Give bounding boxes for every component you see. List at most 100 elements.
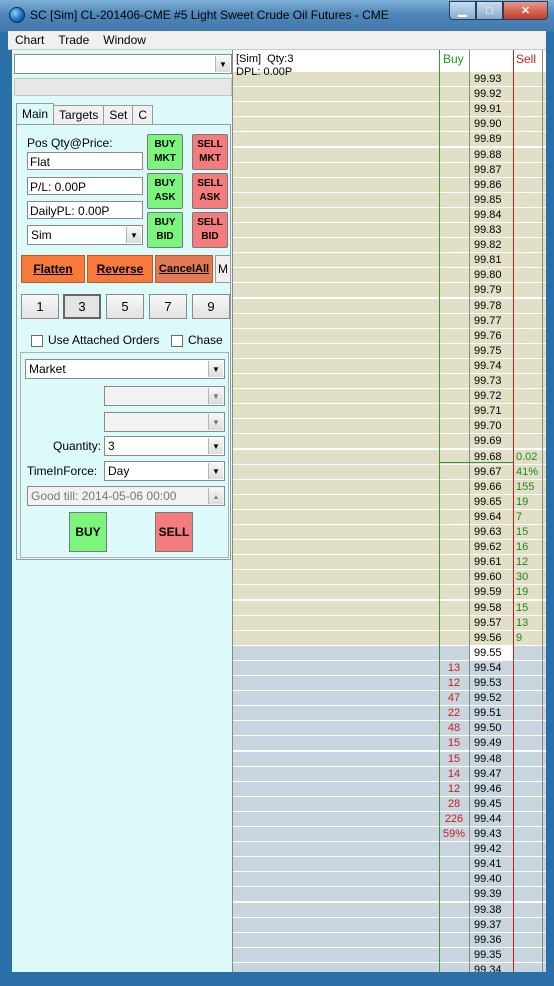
ask-size-cell[interactable] [514, 329, 542, 344]
bid-size-cell[interactable] [439, 601, 469, 616]
bid-size-cell[interactable] [439, 314, 469, 329]
ladder-row[interactable]: 99.77 [233, 313, 546, 329]
ask-size-cell[interactable]: 30 [514, 570, 542, 585]
ladder-row[interactable]: 99.70 [233, 419, 546, 435]
ask-size-cell[interactable] [514, 857, 542, 872]
ladder-row[interactable]: 99.36 [233, 932, 546, 948]
ask-size-cell[interactable] [514, 661, 542, 676]
cancel-all-button[interactable]: CancelAll [155, 255, 213, 283]
ask-size-cell[interactable] [514, 344, 542, 359]
ask-size-cell[interactable] [514, 933, 542, 948]
bid-size-cell[interactable]: 15 [439, 736, 469, 751]
ask-size-cell[interactable] [514, 782, 542, 797]
ask-size-cell[interactable]: 19 [514, 495, 542, 510]
ask-size-cell[interactable] [514, 721, 542, 736]
ask-size-cell[interactable] [514, 706, 542, 721]
bid-size-cell[interactable] [439, 178, 469, 193]
bid-size-cell[interactable] [439, 465, 469, 480]
qty-button-5[interactable]: 5 [106, 294, 144, 319]
ladder-row[interactable]: 99.64 7 [233, 509, 546, 525]
ask-size-cell[interactable] [514, 434, 542, 449]
buy-bid-button[interactable]: BUY BID [147, 212, 183, 248]
bid-size-cell[interactable]: 12 [439, 676, 469, 691]
ladder-row[interactable]: 22 99.51 [233, 706, 546, 722]
ask-size-cell[interactable] [514, 676, 542, 691]
bid-size-cell[interactable] [439, 525, 469, 540]
bid-size-cell[interactable] [439, 480, 469, 495]
ladder-row[interactable]: 59% 99.43 [233, 827, 546, 842]
tab-targets[interactable]: Targets [53, 105, 105, 125]
ladder-row[interactable]: 99.41 [233, 857, 546, 873]
bid-size-cell[interactable]: 59% [439, 827, 469, 842]
bid-size-cell[interactable] [439, 223, 469, 238]
ask-size-cell[interactable] [514, 314, 542, 329]
tab-main[interactable]: Main [16, 103, 55, 125]
title-bar[interactable]: SC [Sim] CL-201406-CME #5 Light Sweet Cr… [0, 0, 554, 32]
bid-size-cell[interactable] [439, 616, 469, 631]
ladder-row[interactable]: 99.80 [233, 268, 546, 284]
ladder-row[interactable]: 99.37 [233, 917, 546, 933]
bid-size-cell[interactable]: 48 [439, 721, 469, 736]
ask-size-cell[interactable] [514, 163, 542, 178]
tab-set[interactable]: Set [103, 105, 134, 125]
ask-size-cell[interactable]: 15 [514, 601, 542, 616]
ask-size-cell[interactable] [514, 963, 542, 972]
close-button[interactable]: ✕ [503, 1, 548, 20]
bid-size-cell[interactable] [439, 132, 469, 147]
bid-size-cell[interactable] [439, 585, 469, 600]
buy-market-button[interactable]: BUY MKT [147, 134, 183, 170]
bid-size-cell[interactable] [439, 329, 469, 344]
ask-size-cell[interactable]: 16 [514, 540, 542, 555]
ask-size-cell[interactable] [514, 797, 542, 812]
bid-size-cell[interactable] [439, 117, 469, 132]
bid-size-cell[interactable] [439, 238, 469, 253]
bid-size-cell[interactable] [439, 857, 469, 872]
bid-size-cell[interactable] [439, 148, 469, 163]
ladder-row[interactable]: 99.63 15 [233, 525, 546, 540]
qty-button-3[interactable]: 3 [63, 294, 101, 319]
qty-button-9[interactable]: 9 [192, 294, 230, 319]
bid-size-cell[interactable] [439, 555, 469, 570]
ask-size-cell[interactable] [514, 238, 542, 253]
ladder-row[interactable]: 99.71 [233, 404, 546, 420]
ladder-row[interactable]: 99.67 41% [233, 464, 546, 480]
bid-size-cell[interactable] [439, 434, 469, 449]
ask-size-cell[interactable] [514, 736, 542, 751]
bid-size-cell[interactable] [439, 163, 469, 178]
ladder-row[interactable]: 99.76 [233, 328, 546, 344]
ladder-row[interactable]: 99.86 [233, 177, 546, 193]
ask-size-cell[interactable] [514, 72, 542, 87]
bid-size-cell[interactable] [439, 404, 469, 419]
ask-size-cell[interactable] [514, 193, 542, 208]
ask-size-cell[interactable]: 19 [514, 585, 542, 600]
ask-size-cell[interactable] [514, 752, 542, 767]
ladder-row[interactable]: 28 99.45 [233, 796, 546, 812]
ask-size-cell[interactable] [514, 646, 542, 661]
ladder-row[interactable]: 99.66 155 [233, 479, 546, 495]
ask-size-cell[interactable] [514, 827, 542, 842]
ask-size-cell[interactable]: 0.02 [514, 450, 542, 465]
sell-button[interactable]: SELL [155, 512, 193, 552]
ladder-row[interactable]: 99.74 [233, 358, 546, 374]
ladder-row[interactable]: 14 99.47 [233, 766, 546, 782]
ask-size-cell[interactable] [514, 268, 542, 283]
ask-size-cell[interactable] [514, 132, 542, 147]
chevron-down-icon[interactable]: ▼ [215, 56, 230, 72]
ask-size-cell[interactable] [514, 87, 542, 102]
ask-size-cell[interactable] [514, 178, 542, 193]
ladder-row[interactable]: 99.38 [233, 902, 546, 918]
ladder-row[interactable]: 99.59 19 [233, 585, 546, 601]
bid-size-cell[interactable] [439, 570, 469, 585]
bid-size-cell[interactable]: 14 [439, 767, 469, 782]
chase-checkbox[interactable] [171, 335, 183, 347]
ladder-row[interactable]: 12 99.46 [233, 781, 546, 797]
bid-size-cell[interactable] [439, 253, 469, 268]
ask-size-cell[interactable] [514, 148, 542, 163]
ask-size-cell[interactable]: 155 [514, 480, 542, 495]
bid-size-cell[interactable] [439, 344, 469, 359]
bid-size-cell[interactable] [439, 495, 469, 510]
ladder-row[interactable]: 99.65 19 [233, 494, 546, 510]
ask-size-cell[interactable] [514, 691, 542, 706]
ladder-row[interactable]: 99.61 12 [233, 555, 546, 571]
flatten-button[interactable]: Flatten [21, 255, 85, 283]
